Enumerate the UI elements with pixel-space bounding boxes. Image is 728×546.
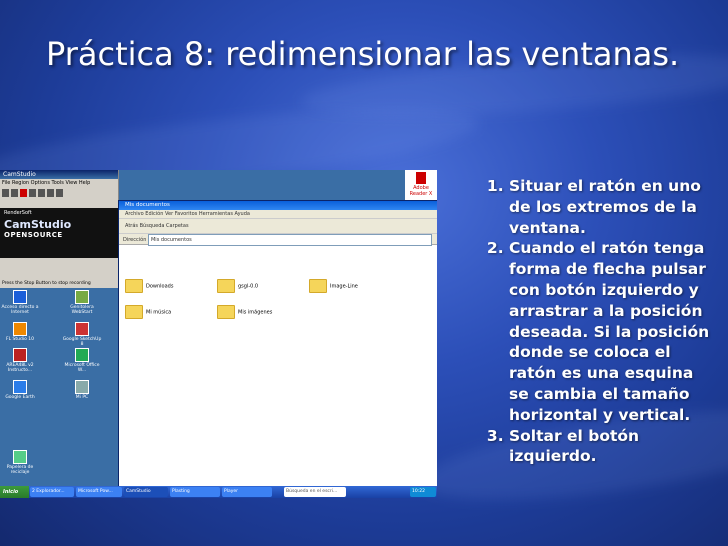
folder-icon: Mis imágenes [217,305,272,319]
slide-title: Práctica 8: redimensionar las ventanas. [46,35,680,73]
taskbar-item: Plasting [170,487,220,497]
taskbar-item: 2 Explorador... [30,487,74,497]
desktop-icon: Mi PC [62,380,102,400]
folder-icon: gsgl-0.0 [217,279,258,293]
explorer-window: Mis documentos Archivo Edición Ver Favor… [118,200,437,488]
desktop-icon: Genitolera WebStart [62,290,102,315]
desktop-icon: Acceso directo a Internet [0,290,40,315]
taskbar-item: Microsoft Pow... [76,487,122,497]
explorer-menu: Archivo Edición Ver Favoritos Herramient… [119,210,437,218]
folder-icon: Mi música [125,305,171,319]
camstudio-menu: File Region Options Tools View Help [2,180,91,186]
step-item: Soltar el botón izquierdo. [509,426,718,468]
desktop-icon: Papelera de reciclaje [0,450,40,475]
adobe-reader-icon: Adobe Reader X [405,170,437,200]
steps-list: Situar el ratón en uno de los extremos d… [478,176,718,467]
step-item: Cuando el ratón tenga forma de flecha pu… [509,238,718,425]
explorer-title: Mis documentos [119,201,437,210]
taskbar: Inicio 2 Explorador... Microsoft Pow... … [0,486,437,498]
desktop-icon: Google Earth [0,380,40,400]
desktop-icon: FL Studio 10 [0,322,40,342]
taskbar-item: CamStudio [124,487,168,497]
explorer-content: Downloads gsgl-0.0 Image-Line Mi música … [119,243,437,487]
taskbar-item: Player [222,487,272,497]
camstudio-status: Press the Stop Button to stop recording [0,280,120,288]
camstudio-brand-top: RenderSoft [4,210,32,216]
step-item: Situar el ratón en uno de los extremos d… [509,176,718,238]
desktop-screenshot: CamStudio File Region Options Tools View… [0,170,437,498]
explorer-toolbar: Atrás Búsqueda Carpetas [119,218,437,233]
camstudio-brand-sub: OPENSOURCE [4,231,63,239]
start-button: Inicio [0,486,29,498]
camstudio-window: CamStudio File Region Options Tools View… [0,170,120,288]
folder-icon: Image-Line [309,279,358,293]
taskbar-clock: 10:22 [410,487,436,497]
desktop-icon: Google SketchUp 8 [62,322,102,347]
camstudio-logo: RenderSoft CamStudio OPENSOURCE [0,208,118,258]
desktop-icon: AREA48L v2 Instructo... [0,348,40,373]
camstudio-title: CamStudio [0,170,118,179]
folder-icon: Downloads [125,279,173,293]
desktop-icon: Microsoft Office W... [62,348,102,373]
camstudio-brand-name: CamStudio [4,218,72,231]
taskbar-search: Búsqueda en el escri... [284,487,346,497]
camstudio-toolbar [0,187,118,203]
